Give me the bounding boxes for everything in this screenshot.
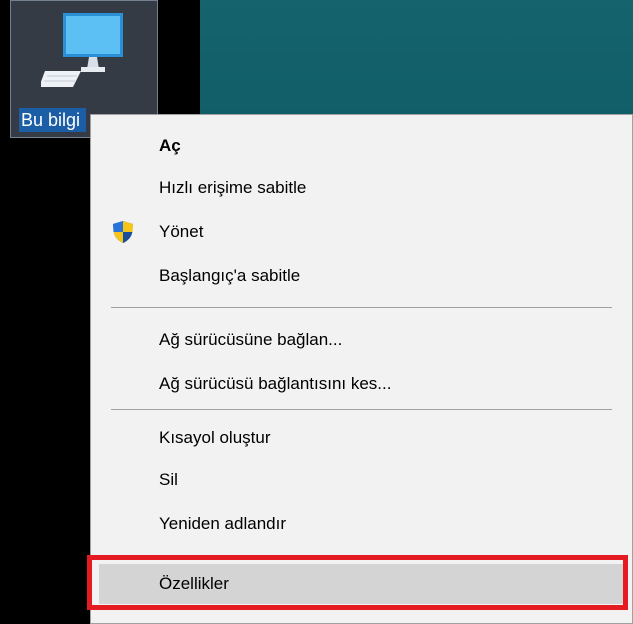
menu-item-label: Sil [159, 470, 178, 489]
menu-item-rename[interactable]: Yeniden adlandır [99, 504, 624, 544]
menu-item-label: Ağ sürücüsü bağlantısını kes... [159, 374, 392, 393]
menu-item-label: Yönet [159, 222, 204, 241]
desktop-icon-label: Bu bilgi [19, 108, 87, 132]
menu-item-label: Hızlı erişime sabitle [159, 178, 307, 197]
menu-item-label: Özellikler [159, 574, 229, 593]
menu-item-label: Ağ sürücüsüne bağlan... [159, 330, 343, 349]
menu-item-label: Yeniden adlandır [159, 514, 286, 533]
menu-item-open[interactable]: Aç [99, 126, 624, 166]
menu-separator [111, 409, 612, 410]
menu-item-map-network-drive[interactable]: Ağ sürücüsüne bağlan... [99, 320, 624, 360]
uac-shield-icon [113, 221, 133, 243]
menu-item-create-shortcut[interactable]: Kısayol oluştur [99, 418, 624, 458]
menu-item-properties[interactable]: Özellikler [99, 564, 624, 604]
menu-item-pin-quick-access[interactable]: Hızlı erişime sabitle [99, 168, 624, 208]
menu-separator [111, 307, 612, 308]
computer-icon [41, 13, 123, 87]
menu-item-label: Aç [159, 136, 181, 155]
context-menu: Aç Hızlı erişime sabitle Yönet Başlangıç… [90, 114, 633, 624]
menu-item-pin-start[interactable]: Başlangıç'a sabitle [99, 256, 624, 296]
menu-item-label: Başlangıç'a sabitle [159, 266, 301, 285]
menu-item-delete[interactable]: Sil [99, 460, 624, 500]
menu-item-manage[interactable]: Yönet [99, 212, 624, 252]
menu-item-label: Kısayol oluştur [159, 428, 271, 447]
menu-item-disconnect-network-drive[interactable]: Ağ sürücüsü bağlantısını kes... [99, 364, 624, 404]
